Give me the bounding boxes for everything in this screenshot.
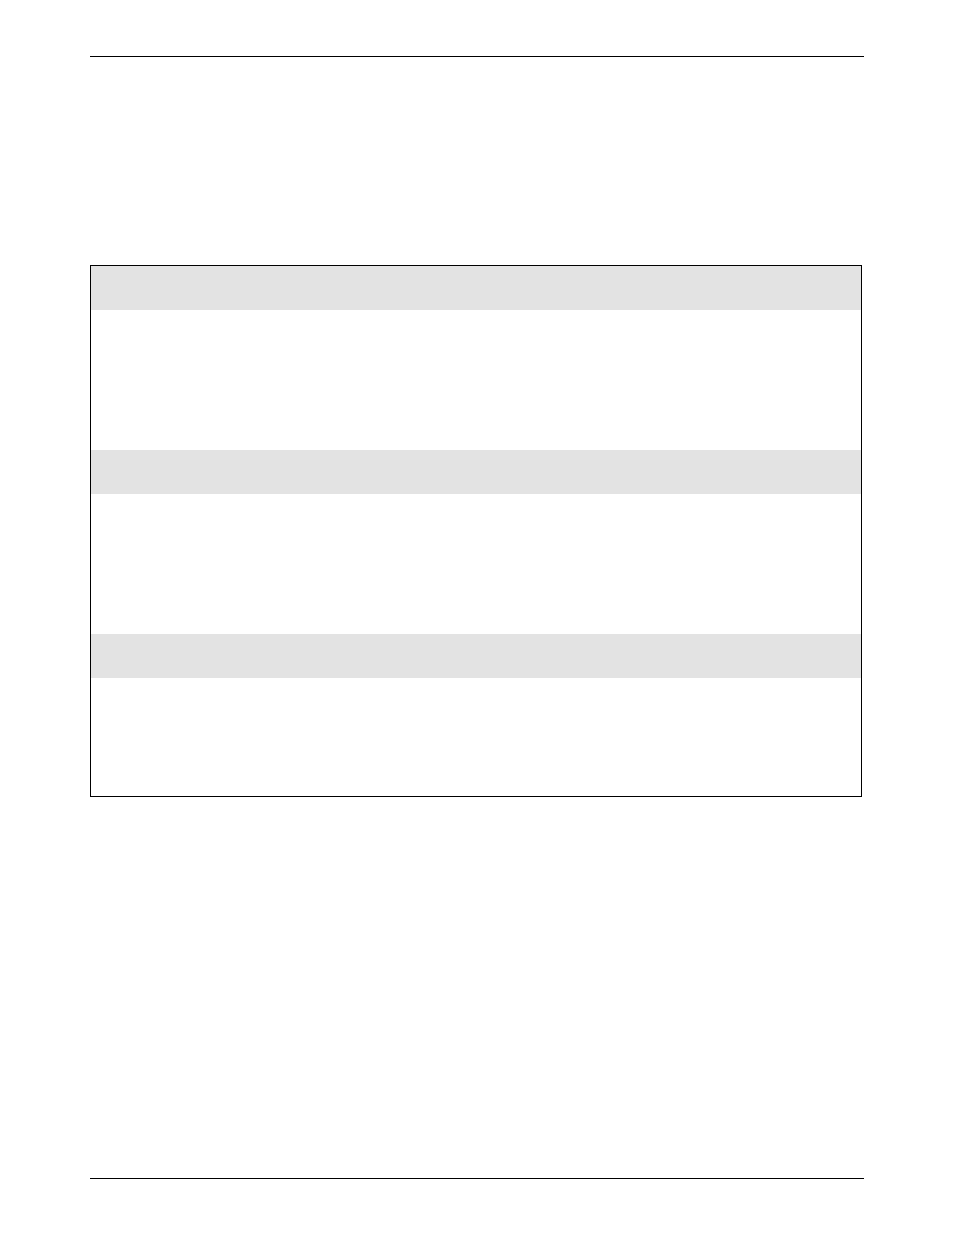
table-section-header	[91, 634, 861, 678]
page-container	[0, 0, 954, 1235]
top-horizontal-rule	[90, 56, 864, 57]
sectioned-table	[90, 265, 862, 797]
table-section-header	[91, 266, 861, 310]
table-section-body	[91, 310, 861, 450]
table-section-body	[91, 494, 861, 634]
table-section-body	[91, 678, 861, 796]
table-section-header	[91, 450, 861, 494]
bottom-horizontal-rule	[90, 1178, 864, 1179]
